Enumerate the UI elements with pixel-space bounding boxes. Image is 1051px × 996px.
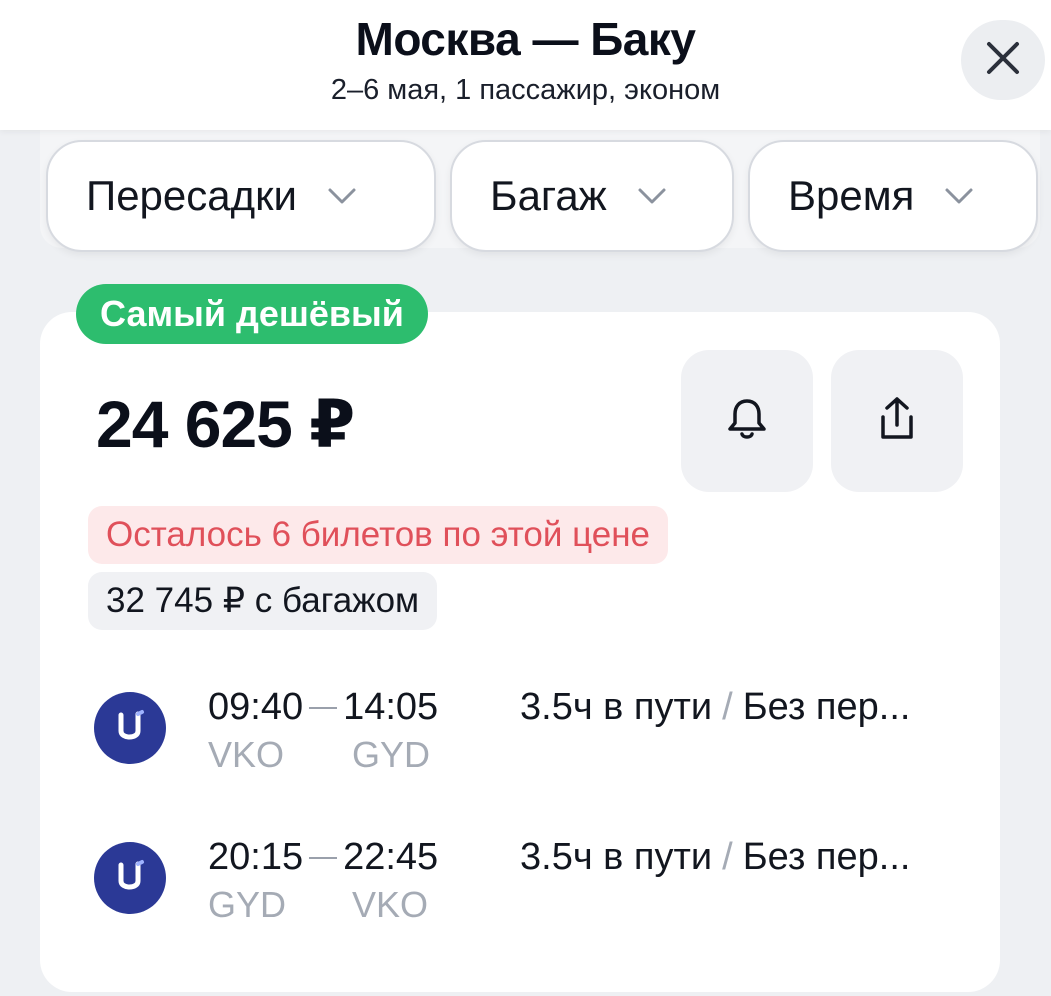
cheapest-badge: Самый дешёвый [76,284,428,344]
seats-left-notice: Осталось 6 билетов по этой цене [88,506,669,564]
bell-icon [725,396,769,447]
filter-time[interactable]: Время [748,140,1038,252]
flight-times: 20:15 22:45 [208,836,438,879]
baggage-price-tag: 32 745 ₽ с багажом [88,572,438,630]
arrival-airport-code: GYD [352,734,431,775]
airline-logo-icon [94,842,166,914]
close-button[interactable] [961,20,1045,100]
filter-label: Время [788,172,915,219]
time-separator [309,706,338,709]
separator: / [722,836,733,878]
chevron-down-icon [944,187,974,205]
filter-label: Багаж [490,172,607,219]
flight-segment-outbound: 09:40 14:05 VKO GYD 3.5ч в пути / Без пер.… [0,680,1051,800]
stops-text: Без пер... [742,836,911,878]
stops-text: Без пер... [742,686,911,728]
filter-label: Пересадки [86,172,297,219]
separator: / [722,686,733,728]
price-alert-button[interactable] [681,350,813,492]
flight-segment-return: 20:15 22:45 GYD VKO 3.5ч в пути / Без пер.… [0,830,1051,950]
filter-bar: Пересадки Багаж Время [0,140,1051,254]
flight-times: 09:40 14:05 [208,686,438,729]
filter-transfers[interactable]: Пересадки [46,140,436,252]
duration-text: 3.5ч в пути [520,686,713,728]
arrival-airport-code: VKO [352,884,429,925]
departure-airport-code: VKO [208,734,285,775]
filter-baggage[interactable]: Багаж [450,140,734,252]
departure-time: 20:15 [208,836,304,878]
arrival-time: 22:45 [343,836,439,878]
trip-details: 2–6 мая, 1 пассажир, эконом [330,74,721,106]
ticket-price: 24 625 ₽ [96,387,355,461]
chevron-down-icon [327,187,357,205]
departure-airport-code: GYD [208,884,287,925]
arrival-time: 14:05 [343,686,439,728]
route-title: Москва — Баку [355,13,696,65]
airline-logo-icon [94,692,166,764]
flight-duration: 3.5ч в пути / Без пер... [520,836,910,879]
header: Москва — Баку 2–6 мая, 1 пассажир, эконо… [0,0,1051,130]
share-icon [875,395,919,448]
time-separator [309,856,338,859]
chevron-down-icon [637,187,667,205]
duration-text: 3.5ч в пути [520,836,713,878]
close-icon [985,40,1021,81]
flight-duration: 3.5ч в пути / Без пер... [520,686,910,729]
departure-time: 09:40 [208,686,304,728]
share-button[interactable] [831,350,963,492]
